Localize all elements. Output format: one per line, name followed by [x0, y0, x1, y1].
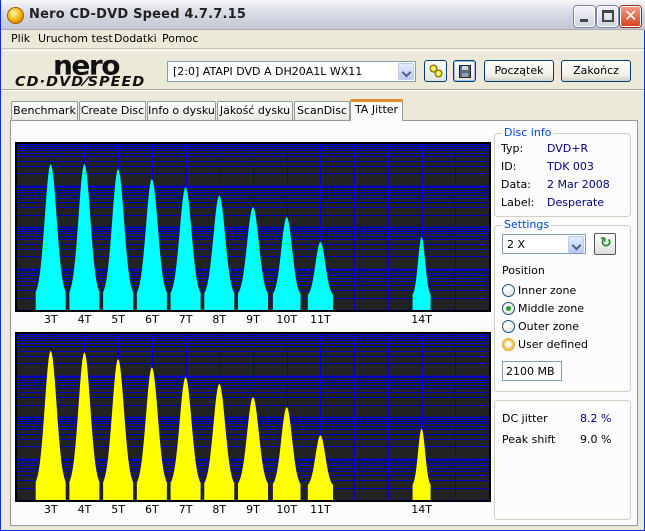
- close-button[interactable]: ✕: [620, 6, 641, 27]
- x-axis-labels-top: 3T 4T 5T 6T 7T 8T 9T 10T 11T 14T: [15, 313, 491, 327]
- tab-scandisc[interactable]: ScanDisc: [294, 101, 350, 120]
- menu-plik[interactable]: Plik: [8, 32, 33, 45]
- radio-button-icon[interactable]: [502, 284, 515, 297]
- menu-bar: Plik Uruchom test Dodatki Pomoc: [2, 30, 644, 49]
- menu-dodatki[interactable]: Dodatki: [111, 32, 160, 45]
- start-button[interactable]: Początek: [484, 60, 554, 82]
- jitter-chart-bottom-svg: [17, 334, 489, 500]
- x-tick-label: 5T: [111, 503, 125, 516]
- settings-title: Settings: [502, 218, 552, 231]
- x-tick-label: 6T: [144, 503, 159, 516]
- x-tick-label: 14T: [411, 313, 432, 326]
- radio-inner-zone-label: Inner zone: [518, 284, 577, 297]
- disc-label-value: Desperate: [547, 196, 605, 209]
- x-tick-label: 5T: [111, 313, 125, 326]
- x-tick-label: 7T: [178, 313, 193, 326]
- peak-shift-label: Peak shift: [502, 433, 556, 446]
- app-icon: [7, 7, 24, 24]
- x-tick-label: 8T: [212, 313, 227, 326]
- tab-create-disc[interactable]: Create Disc: [79, 101, 146, 120]
- dc-jitter-label: DC jitter: [502, 412, 548, 425]
- position-label: Position: [502, 264, 545, 277]
- menu-uruchom-test[interactable]: Uruchom test: [35, 32, 116, 45]
- disc-type-value: DVD+R: [547, 142, 589, 155]
- tab-info-o-dysku[interactable]: Info o dysku: [147, 101, 216, 120]
- x-tick-label: 8T: [212, 503, 227, 516]
- x-tick-label: 9T: [246, 313, 260, 326]
- speed-select[interactable]: 2 X: [502, 234, 586, 254]
- x-tick-label: 11T: [310, 503, 331, 516]
- tab-benchmark[interactable]: Benchmark: [11, 101, 78, 120]
- x-tick-label: 6T: [144, 313, 159, 326]
- app-window: Nero CD-DVD Speed 4.7.7.15 ✕ Plik Urucho…: [0, 0, 645, 531]
- results-group: DC jitter 8.2 % Peak shift 9.0 %: [494, 400, 631, 520]
- disc-date-value: 2 Mar 2008: [547, 178, 610, 191]
- window-title: Nero CD-DVD Speed 4.7.7.15: [29, 7, 247, 22]
- disc-id-value: TDK 003: [547, 160, 594, 173]
- radio-button-icon[interactable]: [502, 320, 515, 333]
- chevron-down-icon[interactable]: [398, 63, 414, 80]
- settings-group: Settings 2 X ↻ Position Inner zone Middl…: [494, 218, 631, 392]
- x-tick-label: 11T: [310, 313, 331, 326]
- maximize-button[interactable]: [597, 6, 618, 27]
- x-tick-label: 10T: [276, 503, 298, 516]
- disc-info-title: Disc info: [502, 126, 554, 139]
- radio-button-checked-icon[interactable]: [502, 302, 515, 315]
- floppy-save-icon: [459, 65, 471, 78]
- disc-date-label: Data:: [501, 178, 531, 191]
- drive-select-value: [2:0] ATAPI DVD A DH20A1L WX11: [173, 65, 363, 78]
- radio-outer-zone-label: Outer zone: [518, 320, 579, 333]
- menu-pomoc[interactable]: Pomoc: [159, 32, 201, 45]
- radio-user-defined-label: User defined: [518, 338, 588, 351]
- toolbar-bottom-highlight: [2, 90, 644, 91]
- logo-product: CD·DVD⁄SPEED: [15, 75, 146, 90]
- disc-label-label: Label:: [501, 196, 535, 209]
- x-tick-label: 10T: [276, 313, 298, 326]
- radio-button-hover-icon[interactable]: [502, 338, 515, 351]
- x-tick-label: 4T: [77, 313, 92, 326]
- minimize-button[interactable]: [574, 6, 595, 27]
- chevron-down-icon[interactable]: [568, 236, 584, 253]
- user-position-input[interactable]: 2100 MB: [502, 361, 562, 381]
- tab-ta-jitter[interactable]: TA Jitter: [350, 99, 403, 121]
- wrench-settings-icon: [429, 64, 443, 78]
- minimize-icon: [580, 19, 588, 22]
- disc-info-group: Disc info Typ: DVD+R ID: TDK 003 Data: 2…: [494, 126, 631, 217]
- jitter-chart-top-svg: [17, 144, 489, 310]
- drive-select[interactable]: [2:0] ATAPI DVD A DH20A1L WX11: [167, 61, 416, 82]
- nero-logo: nero CD·DVD⁄SPEED: [11, 50, 161, 93]
- x-tick-label: 3T: [43, 503, 58, 516]
- drive-settings-button[interactable]: [424, 60, 447, 82]
- save-button[interactable]: [453, 60, 476, 82]
- x-tick-label: 3T: [43, 313, 58, 326]
- jitter-chart-bottom: [15, 332, 491, 502]
- peak-shift-value: 9.0 %: [580, 433, 612, 446]
- speed-select-value: 2 X: [507, 238, 526, 251]
- maximize-icon: [602, 10, 614, 22]
- dc-jitter-value: 8.2 %: [580, 412, 612, 425]
- close-icon: ✕: [624, 6, 638, 25]
- refresh-icon: ↻: [600, 235, 612, 251]
- disc-id-label: ID:: [501, 160, 517, 173]
- x-tick-label: 4T: [77, 503, 92, 516]
- exit-button[interactable]: Zakończ: [561, 60, 631, 82]
- disc-type-label: Typ:: [501, 142, 524, 155]
- refresh-speeds-button[interactable]: ↻: [594, 233, 616, 255]
- jitter-chart-top: [15, 142, 491, 312]
- radio-middle-zone-label: Middle zone: [518, 302, 585, 315]
- x-tick-label: 9T: [246, 503, 260, 516]
- x-tick-label: 14T: [411, 503, 432, 516]
- x-tick-label: 7T: [178, 503, 193, 516]
- title-bar[interactable]: Nero CD-DVD Speed 4.7.7.15 ✕: [1, 0, 645, 30]
- tab-jakosc-dysku[interactable]: Jakość dysku: [217, 101, 293, 120]
- x-axis-labels-bottom: 3T 4T 5T 6T 7T 8T 9T 10T 11T 14T: [15, 503, 491, 517]
